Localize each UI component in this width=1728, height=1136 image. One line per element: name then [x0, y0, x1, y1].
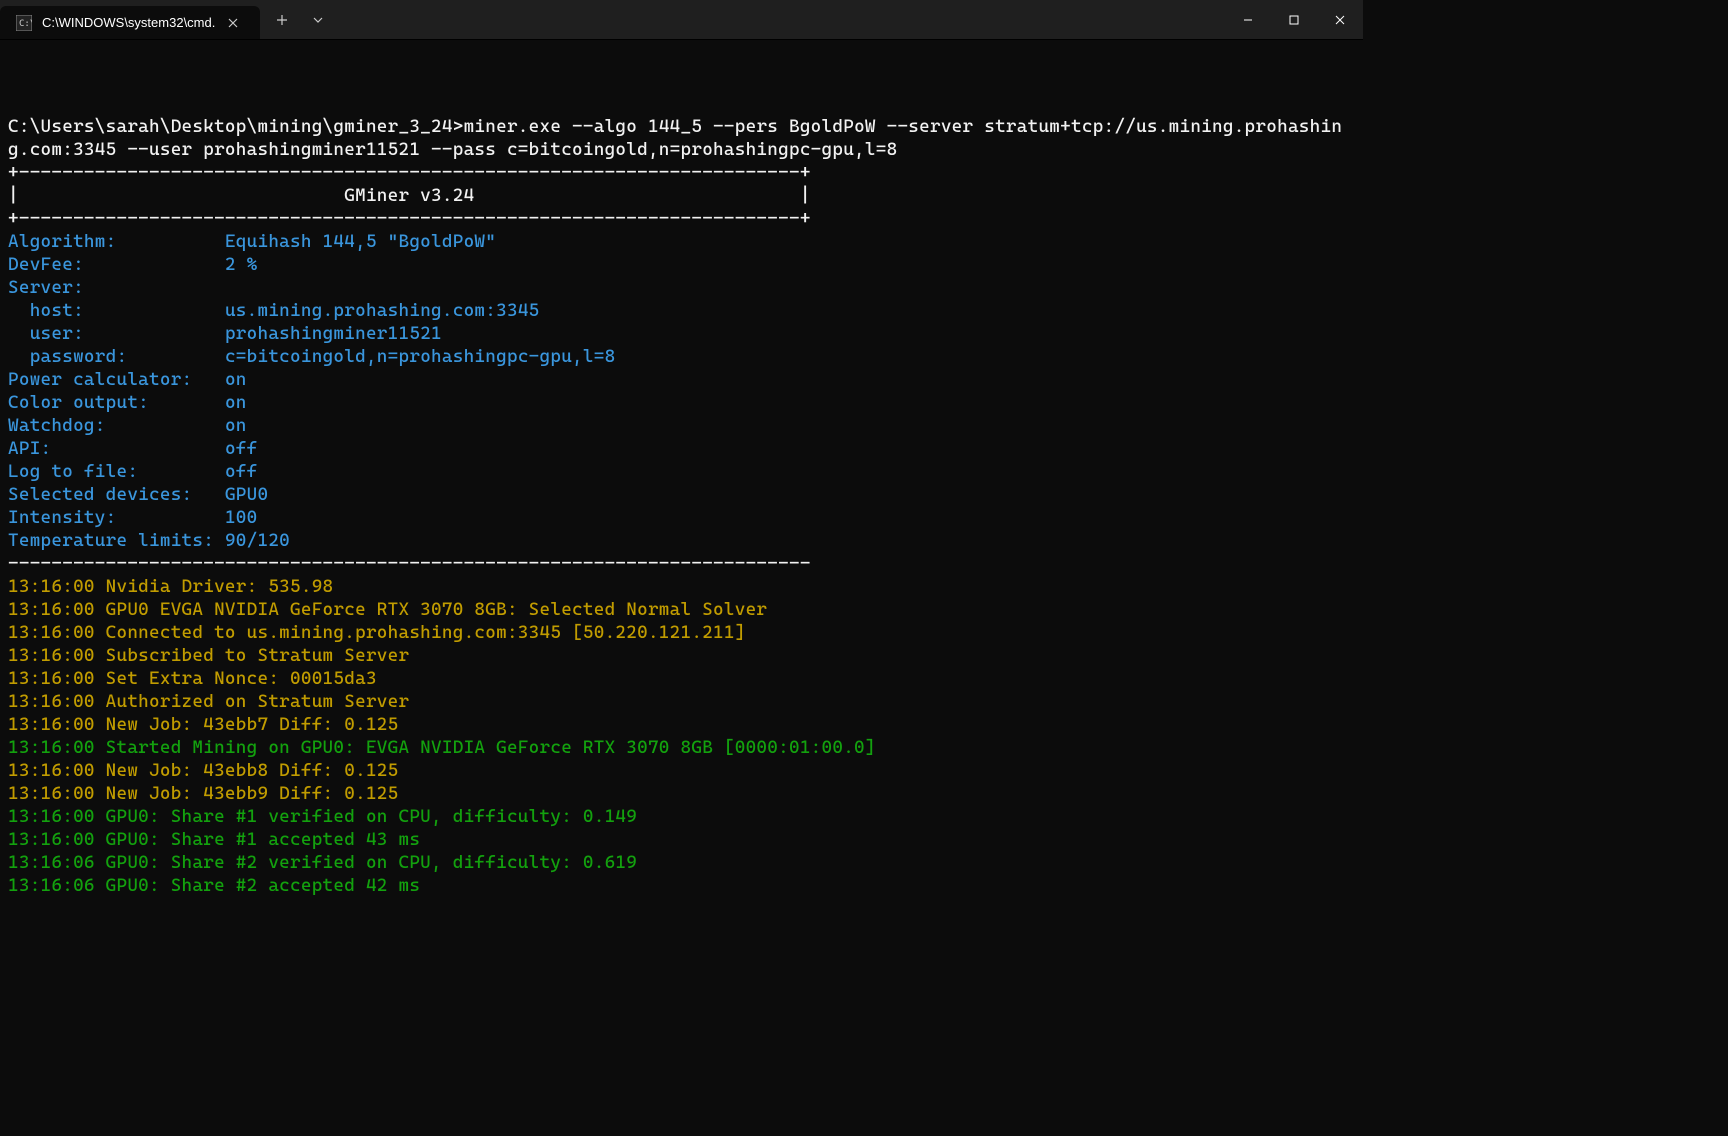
info-label: Intensity: [8, 507, 225, 528]
output-line: 13:16:00 New Job: 43ebb8 Diff: 0.125 [8, 759, 1355, 782]
titlebar-drag-region[interactable] [336, 0, 1225, 39]
output-line: Server: [8, 276, 1355, 299]
info-value: 100 [225, 507, 258, 528]
info-value: off [225, 438, 258, 459]
info-label: Temperature limits: [8, 530, 225, 551]
output-line: 13:16:00 GPU0: Share #1 accepted 43 ms [8, 828, 1355, 851]
output-line: Log to file: off [8, 460, 1355, 483]
banner-title: | GMiner v3.24 | [8, 185, 811, 206]
output-line [8, 92, 1355, 115]
log-line: 13:16:00 Authorized on Stratum Server [8, 691, 409, 712]
output-line: 13:16:00 Connected to us.mining.prohashi… [8, 621, 1355, 644]
info-value: 90/120 [225, 530, 290, 551]
output-line: C:\Users\sarah\Desktop\mining\gminer_3_2… [8, 115, 1355, 161]
info-label: DevFee: [8, 254, 225, 275]
output-line: 13:16:00 Authorized on Stratum Server [8, 690, 1355, 713]
info-value: on [225, 415, 247, 436]
info-label: API: [8, 438, 225, 459]
output-line: | GMiner v3.24 | [8, 184, 1355, 207]
output-line: 13:16:00 New Job: 43ebb9 Diff: 0.125 [8, 782, 1355, 805]
banner-border: +---------------------------------------… [8, 162, 811, 183]
log-line: 13:16:00 New Job: 43ebb7 Diff: 0.125 [8, 714, 399, 735]
output-line: 13:16:00 Subscribed to Stratum Server [8, 644, 1355, 667]
output-line: API: off [8, 437, 1355, 460]
log-line: 13:16:00 GPU0 EVGA NVIDIA GeForce RTX 30… [8, 599, 767, 620]
log-line: 13:16:00 Connected to us.mining.prohashi… [8, 622, 746, 643]
info-label: Server: [8, 277, 84, 298]
info-label: Log to file: [8, 461, 225, 482]
output-line: 13:16:00 Nvidia Driver: 535.98 [8, 575, 1355, 598]
titlebar: C:\ C:\WINDOWS\system32\cmd. [0, 0, 1363, 40]
output-line: Power calculator: on [8, 368, 1355, 391]
output-line: Temperature limits: 90/120 [8, 529, 1355, 552]
divider: ----------------------------------------… [8, 553, 811, 574]
info-value: c=bitcoingold,n=prohashingpc-gpu,l=8 [225, 346, 616, 367]
tab-actions [260, 0, 336, 39]
info-value: GPU0 [225, 484, 268, 505]
log-line: 13:16:00 GPU0: Share #1 accepted 43 ms [8, 829, 420, 850]
output-line: Selected devices: GPU0 [8, 483, 1355, 506]
output-line: 13:16:00 GPU0 EVGA NVIDIA GeForce RTX 30… [8, 598, 1355, 621]
output-line: DevFee: 2 % [8, 253, 1355, 276]
info-value: Equihash 144,5 "BgoldPoW" [225, 231, 496, 252]
minimize-button[interactable] [1225, 0, 1271, 39]
info-label: user: [8, 323, 225, 344]
log-line: 13:16:00 Subscribed to Stratum Server [8, 645, 409, 666]
tab-dropdown-button[interactable] [300, 0, 336, 39]
output-line: 13:16:00 New Job: 43ebb7 Diff: 0.125 [8, 713, 1355, 736]
info-label: Color output: [8, 392, 225, 413]
output-line: Watchdog: on [8, 414, 1355, 437]
close-button[interactable] [1317, 0, 1363, 39]
output-line: +---------------------------------------… [8, 207, 1355, 230]
svg-text:C:\: C:\ [19, 19, 32, 29]
terminal-output[interactable]: C:\Users\sarah\Desktop\mining\gminer_3_2… [0, 40, 1363, 896]
output-line: 13:16:06 GPU0: Share #2 verified on CPU,… [8, 851, 1355, 874]
log-line: 13:16:06 GPU0: Share #2 accepted 42 ms [8, 875, 420, 896]
tab-close-button[interactable] [225, 15, 241, 31]
info-value: on [225, 369, 247, 390]
log-line: 13:16:06 GPU0: Share #2 verified on CPU,… [8, 852, 637, 873]
info-label: Power calculator: [8, 369, 225, 390]
new-tab-button[interactable] [264, 0, 300, 39]
active-tab[interactable]: C:\ C:\WINDOWS\system32\cmd. [0, 6, 260, 39]
output-line: 13:16:00 GPU0: Share #1 verified on CPU,… [8, 805, 1355, 828]
output-line: Color output: on [8, 391, 1355, 414]
maximize-button[interactable] [1271, 0, 1317, 39]
log-line: 13:16:00 Set Extra Nonce: 00015da3 [8, 668, 377, 689]
cmd-icon: C:\ [16, 15, 32, 31]
terminal-window: C:\ C:\WINDOWS\system32\cmd. [0, 0, 1363, 896]
output-line: +---------------------------------------… [8, 161, 1355, 184]
info-label: Selected devices: [8, 484, 225, 505]
output-line: 13:16:00 Set Extra Nonce: 00015da3 [8, 667, 1355, 690]
prompt-path: C:\Users\sarah\Desktop\mining\gminer_3_2… [8, 116, 464, 137]
info-label: password: [8, 346, 225, 367]
info-value: on [225, 392, 247, 413]
log-line: 13:16:00 Started Mining on GPU0: EVGA NV… [8, 737, 876, 758]
log-line: 13:16:00 New Job: 43ebb8 Diff: 0.125 [8, 760, 399, 781]
output-line: Intensity: 100 [8, 506, 1355, 529]
output-line: user: prohashingminer11521 [8, 322, 1355, 345]
banner-border: +---------------------------------------… [8, 208, 811, 229]
output-line: host: us.mining.prohashing.com:3345 [8, 299, 1355, 322]
output-line: Algorithm: Equihash 144,5 "BgoldPoW" [8, 230, 1355, 253]
log-line: 13:16:00 GPU0: Share #1 verified on CPU,… [8, 806, 637, 827]
info-value: us.mining.prohashing.com:3345 [225, 300, 540, 321]
window-controls [1225, 0, 1363, 39]
info-value: prohashingminer11521 [225, 323, 442, 344]
output-line: 13:16:06 GPU0: Share #2 accepted 42 ms [8, 874, 1355, 896]
info-label: host: [8, 300, 225, 321]
info-label: Watchdog: [8, 415, 225, 436]
info-label: Algorithm: [8, 231, 225, 252]
output-line: password: c=bitcoingold,n=prohashingpc-g… [8, 345, 1355, 368]
log-line: 13:16:00 Nvidia Driver: 535.98 [8, 576, 333, 597]
output-line: ----------------------------------------… [8, 552, 1355, 575]
tab-title: C:\WINDOWS\system32\cmd. [42, 15, 215, 30]
log-line: 13:16:00 New Job: 43ebb9 Diff: 0.125 [8, 783, 399, 804]
output-line: 13:16:00 Started Mining on GPU0: EVGA NV… [8, 736, 1355, 759]
info-value: 2 % [225, 254, 258, 275]
info-value: off [225, 461, 258, 482]
